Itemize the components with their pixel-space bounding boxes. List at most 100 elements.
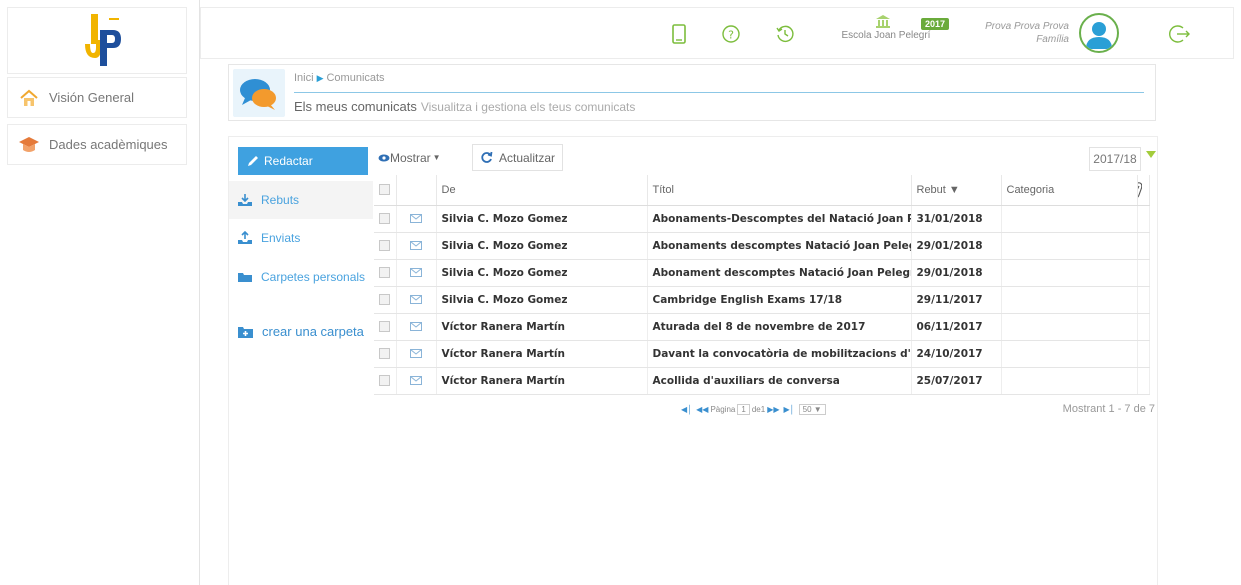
year-caret-icon[interactable] xyxy=(1146,151,1156,158)
cell-attachment xyxy=(1137,340,1150,368)
row-checkbox[interactable] xyxy=(374,286,397,314)
cell-attachment xyxy=(1137,232,1150,260)
row-checkbox[interactable] xyxy=(374,259,397,287)
sidebar-item-overview[interactable]: Visión General xyxy=(7,77,187,118)
envelope-icon xyxy=(396,259,437,287)
cell-category xyxy=(1001,286,1138,314)
refresh-icon xyxy=(481,151,493,163)
folder-received[interactable]: Rebuts xyxy=(229,181,373,219)
cell-date: 29/01/2018 xyxy=(911,259,1002,287)
next-page-icon[interactable]: ▶▶ xyxy=(767,405,779,414)
row-checkbox[interactable] xyxy=(374,340,397,368)
create-folder-link[interactable]: crear una carpeta xyxy=(237,324,364,339)
row-checkbox[interactable] xyxy=(374,205,397,233)
avatar[interactable] xyxy=(1079,13,1119,53)
refresh-label: Actualitzar xyxy=(499,150,556,165)
cell-from: Silvia C. Mozo Gomez xyxy=(436,232,648,260)
top-header: ? Escola Joan Pelegrí 2017 Prova Prova P… xyxy=(200,7,1234,59)
refresh-button[interactable]: Actualitzar xyxy=(472,144,564,171)
table-row[interactable]: Víctor Ranera Martín Acollida d'auxiliars… xyxy=(374,367,1150,395)
folder-label: Carpetes personals xyxy=(261,270,366,284)
history-icon[interactable] xyxy=(775,24,795,44)
row-checkbox[interactable] xyxy=(374,232,397,260)
envelope-icon xyxy=(396,205,437,233)
prev-page-icon[interactable]: ◀◀ xyxy=(696,405,708,414)
page-size-select[interactable]: 50 ▼ xyxy=(798,404,826,415)
compose-button[interactable]: Redactar xyxy=(238,147,368,175)
tablet-icon[interactable] xyxy=(669,24,689,44)
sidebar-item-label: Dades acadèmiques xyxy=(49,137,168,152)
home-icon xyxy=(20,89,38,106)
graduation-cap-icon xyxy=(19,136,39,152)
envelope-icon xyxy=(396,340,437,368)
cell-attachment xyxy=(1137,367,1150,395)
help-icon[interactable]: ? xyxy=(721,24,741,44)
sidebar-item-academic[interactable]: Dades acadèmiques xyxy=(7,124,187,165)
cell-title: Abonaments descomptes Natació Joan Peleg xyxy=(647,232,912,260)
add-folder-icon xyxy=(238,326,253,338)
cell-category xyxy=(1001,232,1138,260)
header-icon-column xyxy=(396,175,437,206)
cell-from: Silvia C. Mozo Gomez xyxy=(436,286,648,314)
header-from[interactable]: De xyxy=(436,175,648,206)
header-title[interactable]: Títol xyxy=(647,175,912,206)
cell-attachment xyxy=(1137,313,1150,341)
school-logo xyxy=(85,14,121,66)
cell-category xyxy=(1001,205,1138,233)
school-icon xyxy=(876,15,890,28)
cell-category xyxy=(1001,340,1138,368)
cell-category xyxy=(1001,259,1138,287)
cell-title: Abonament descomptes Natació Joan Pelegr xyxy=(647,259,912,287)
outbox-upload-icon xyxy=(238,231,252,244)
sidebar-item-label: Visión General xyxy=(49,90,135,105)
table-row[interactable]: Silvia C. Mozo Gomez Abonaments-Descompte… xyxy=(374,205,1150,233)
cell-attachment xyxy=(1137,205,1150,233)
inbox-download-icon xyxy=(238,194,252,206)
avatar-icon xyxy=(1086,22,1112,49)
row-checkbox[interactable] xyxy=(374,313,397,341)
svg-text:?: ? xyxy=(728,29,734,42)
breadcrumb-home[interactable]: Inici xyxy=(294,72,314,84)
page-subtitle: Visualitza i gestiona els teus comunicat… xyxy=(420,100,636,114)
user-role: Família xyxy=(1036,34,1069,45)
first-page-icon[interactable]: ◀│ xyxy=(681,405,692,414)
last-page-icon[interactable]: ▶│ xyxy=(784,405,795,414)
logo-box[interactable] xyxy=(7,7,187,74)
page-input[interactable]: 1 xyxy=(737,404,750,415)
sidebar: Visión General Dades acadèmiques xyxy=(0,0,200,585)
cell-date: 06/11/2017 xyxy=(911,313,1002,341)
messages-table: De Títol Rebut ▼ Categoria Silvia C. Moz… xyxy=(374,175,1150,395)
cell-date: 29/11/2017 xyxy=(911,286,1002,314)
table-row[interactable]: Víctor Ranera Martín Davant la convocatòr… xyxy=(374,340,1150,368)
cell-from: Víctor Ranera Martín xyxy=(436,340,648,368)
page-size-value: 50 xyxy=(802,405,812,414)
logout-icon[interactable] xyxy=(1169,23,1191,45)
cell-title: Acollida d'auxiliars de conversa xyxy=(647,367,912,395)
show-dropdown[interactable]: Mostrar ▼ xyxy=(374,144,448,171)
table-row[interactable]: Silvia C. Mozo Gomez Abonaments descompte… xyxy=(374,232,1150,260)
cell-date: 25/07/2017 xyxy=(911,367,1002,395)
page-title-text: Els meus comunicats xyxy=(294,99,417,114)
year-select[interactable]: 2017/18 xyxy=(1089,147,1141,171)
select-all-checkbox[interactable] xyxy=(374,175,397,206)
header-received[interactable]: Rebut ▼ xyxy=(911,175,1002,206)
row-checkbox[interactable] xyxy=(374,367,397,395)
cell-from: Silvia C. Mozo Gomez xyxy=(436,259,648,287)
user-info[interactable]: Prova Prova Prova Família xyxy=(959,20,1069,46)
cell-date: 24/10/2017 xyxy=(911,340,1002,368)
folder-sent[interactable]: Enviats xyxy=(229,219,373,257)
table-row[interactable]: Víctor Ranera Martín Aturada del 8 de nov… xyxy=(374,313,1150,341)
compose-label: Redactar xyxy=(264,154,313,168)
chevron-right-icon: ▶ xyxy=(316,73,324,83)
cell-title: Cambridge English Exams 17/18 xyxy=(647,286,912,314)
table-row[interactable]: Silvia C. Mozo Gomez Cambridge English Ex… xyxy=(374,286,1150,314)
school-name: Escola Joan Pelegrí xyxy=(841,30,931,41)
cell-date: 31/01/2018 xyxy=(911,205,1002,233)
table-row[interactable]: Silvia C. Mozo Gomez Abonament descomptes… xyxy=(374,259,1150,287)
divider xyxy=(294,92,1144,93)
cell-category xyxy=(1001,313,1138,341)
header-category[interactable]: Categoria xyxy=(1001,175,1138,206)
pager: ◀│ ◀◀ Pàgina 1 de 1 ▶▶ ▶│ 50 ▼ Mostrant … xyxy=(374,399,1171,421)
messages-panel: Redactar Rebuts Enviats Carpetes persona… xyxy=(228,136,1158,585)
folder-personal[interactable]: Carpetes personals xyxy=(229,258,373,296)
